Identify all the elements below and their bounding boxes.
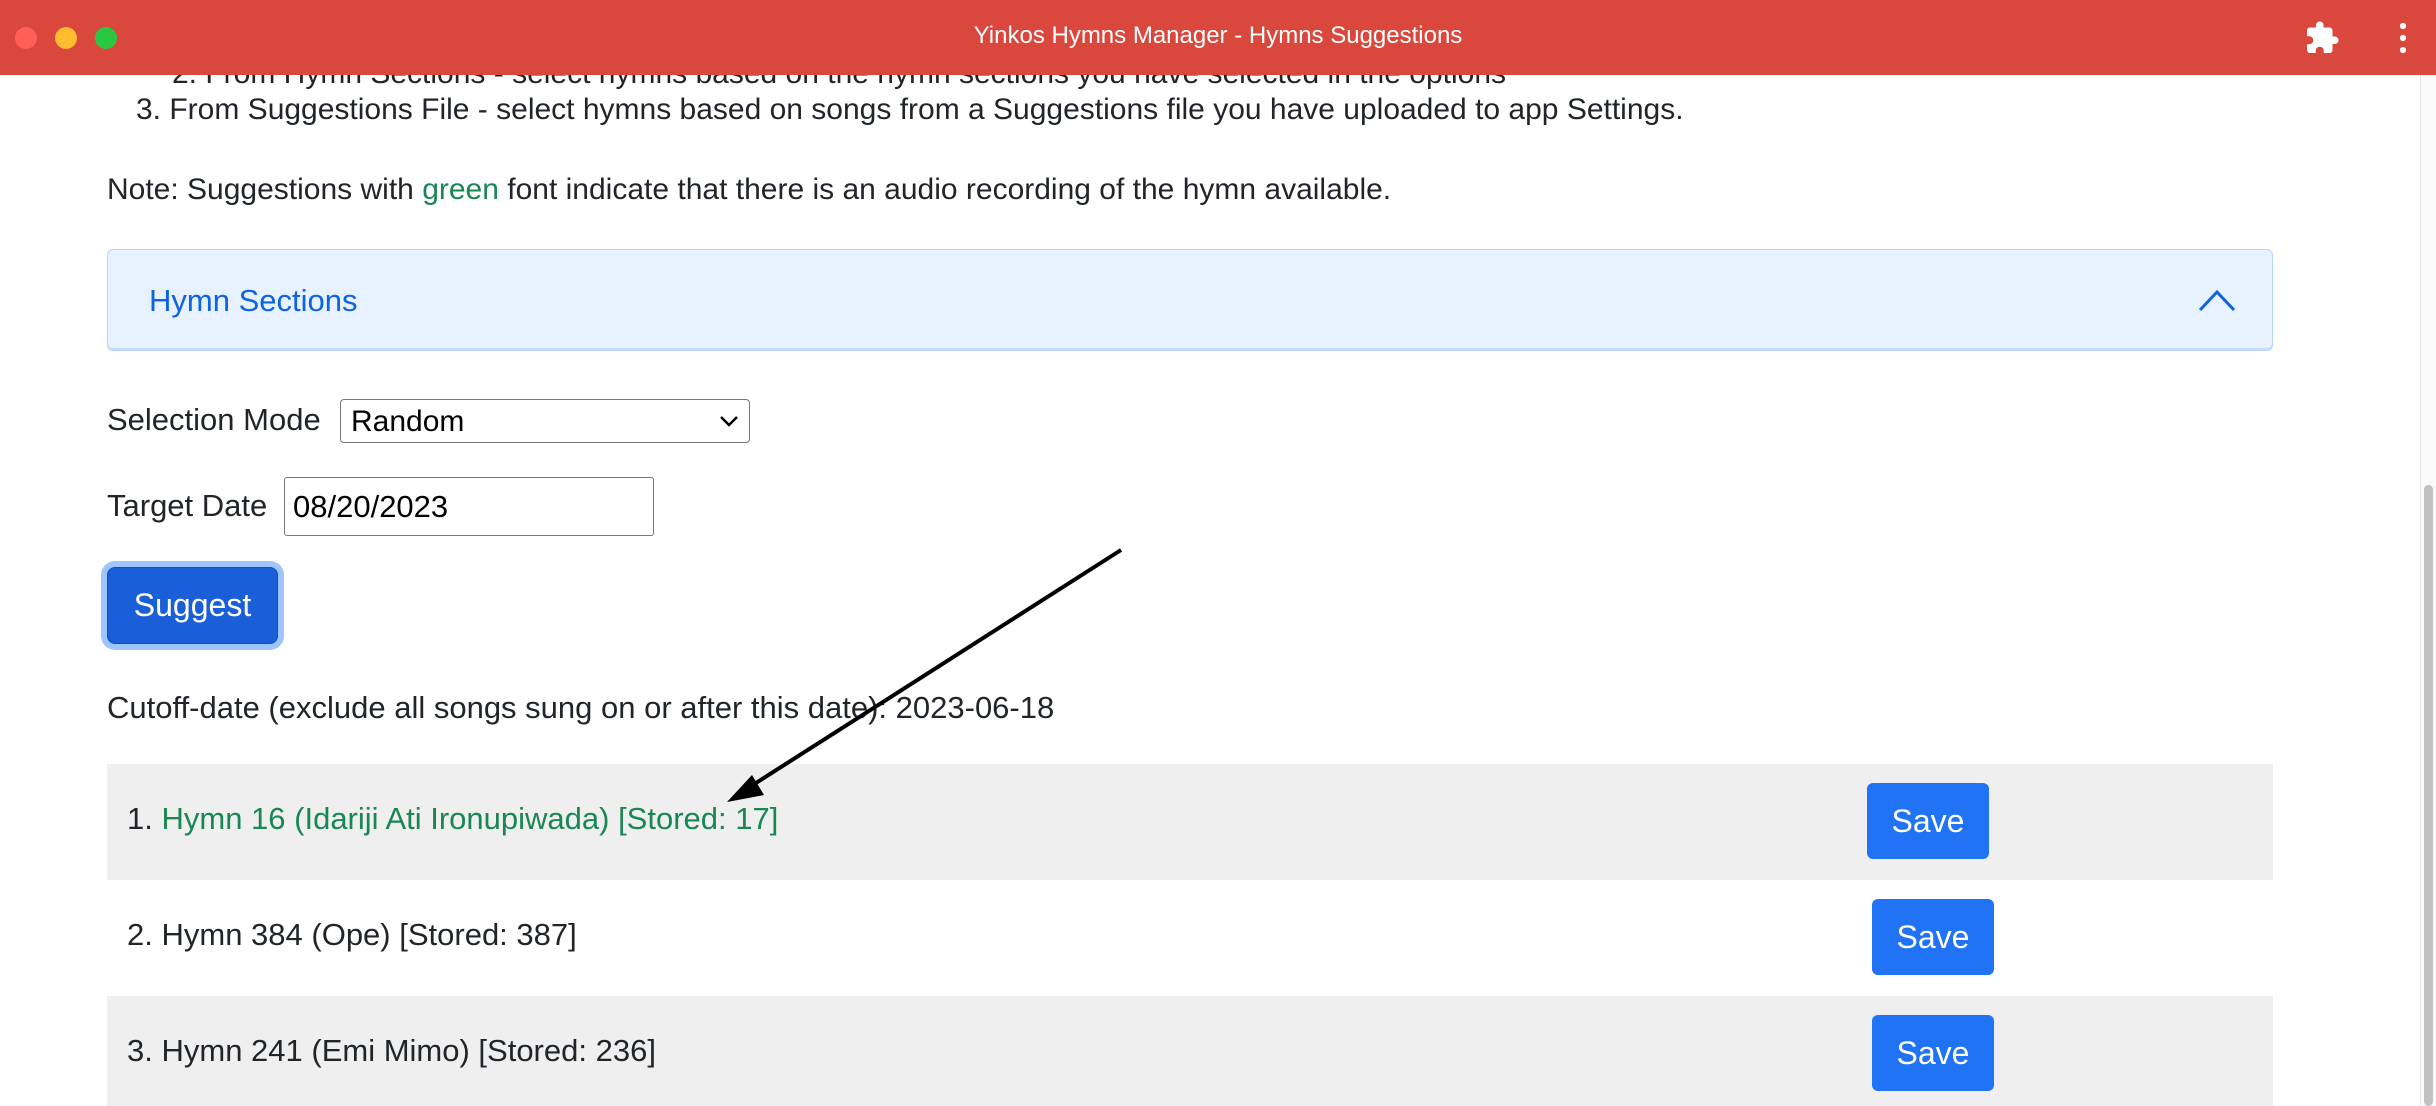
- suggestion-row: 3. Hymn 241 (Emi Mimo) [Stored: 236] Sav…: [107, 996, 2273, 1106]
- scrollbar-thumb[interactable]: [2424, 485, 2433, 1106]
- instruction-item-3: 3. From Suggestions File - select hymns …: [136, 93, 1684, 126]
- selection-mode-value: Random: [351, 405, 465, 438]
- selection-mode-label: Selection Mode: [107, 402, 321, 437]
- note-prefix: Note: Suggestions with: [107, 173, 423, 206]
- hymn-sections-accordion[interactable]: Hymn Sections: [107, 249, 2273, 351]
- save-button[interactable]: Save: [1872, 899, 1994, 975]
- suggestion-number: 2.: [127, 917, 153, 952]
- select-chevron-down-icon: [720, 416, 738, 427]
- suggestion-number: 3.: [127, 1033, 153, 1068]
- suggestion-text: 1. Hymn 16 (Idariji Ati Ironupiwada) [St…: [127, 801, 778, 837]
- suggest-button[interactable]: Suggest: [107, 567, 278, 644]
- suggestion-text: 3. Hymn 241 (Emi Mimo) [Stored: 236]: [127, 1033, 656, 1069]
- suggestion-row: 2. Hymn 384 (Ope) [Stored: 387] Save: [107, 880, 2273, 996]
- audio-note: Note: Suggestions with green font indica…: [107, 173, 1391, 207]
- window-titlebar: Yinkos Hymns Manager - Hymns Suggestions: [0, 0, 2436, 75]
- accordion-title: Hymn Sections: [149, 283, 358, 318]
- more-vertical-icon[interactable]: [2388, 20, 2418, 56]
- save-button[interactable]: Save: [1872, 1015, 1994, 1091]
- suggestion-text: 2. Hymn 384 (Ope) [Stored: 387]: [127, 917, 577, 953]
- note-suffix: font indicate that there is an audio rec…: [498, 173, 1392, 206]
- instruction-item-2: 2. From Hymn Sections - select hymns bas…: [172, 75, 1506, 91]
- selection-mode-select[interactable]: Random: [340, 399, 750, 443]
- save-button[interactable]: Save: [1867, 783, 1989, 859]
- page-content: 2. From Hymn Sections - select hymns bas…: [0, 75, 2420, 1106]
- suggestion-hymn: Hymn 384 (Ope) [Stored: 387]: [161, 917, 577, 952]
- puzzle-extension-icon[interactable]: [2304, 20, 2340, 56]
- suggestion-number: 1.: [127, 801, 153, 836]
- note-green-word: green: [422, 173, 499, 206]
- cutoff-date-text: Cutoff-date (exclude all songs sung on o…: [107, 690, 1055, 725]
- suggestion-row: 1. Hymn 16 (Idariji Ati Ironupiwada) [St…: [107, 764, 2273, 880]
- suggestion-hymn: Hymn 16 (Idariji Ati Ironupiwada) [Store…: [161, 801, 779, 836]
- target-date-label: Target Date: [107, 488, 268, 523]
- window-title: Yinkos Hymns Manager - Hymns Suggestions: [973, 22, 1463, 49]
- target-date-input[interactable]: [284, 477, 654, 536]
- suggestion-hymn: Hymn 241 (Emi Mimo) [Stored: 236]: [161, 1033, 656, 1068]
- chevron-up-icon[interactable]: [2196, 284, 2238, 314]
